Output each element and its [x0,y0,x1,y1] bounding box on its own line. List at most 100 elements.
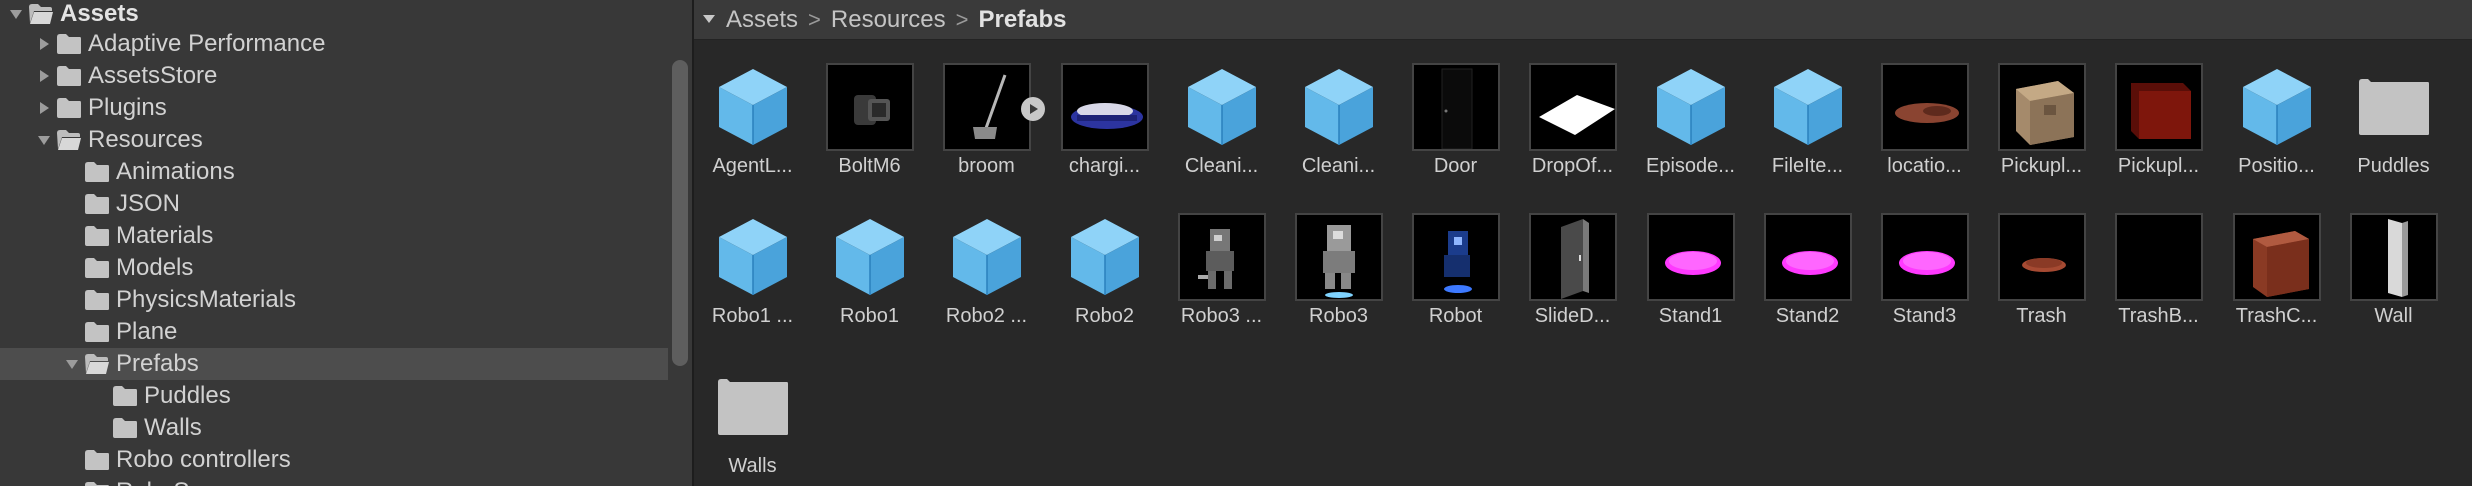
play-preview-icon[interactable] [1021,97,1045,121]
robot-gray-light-thumbnail [1295,213,1383,301]
tree-item-resources[interactable]: Resources [0,124,668,156]
asset-item[interactable]: BoltM6 [811,41,928,181]
asset-item[interactable]: chargi... [1046,41,1163,181]
charger-thumbnail [1061,63,1149,151]
asset-item[interactable]: Wall [2335,191,2452,331]
prefab-cube-icon [943,213,1031,301]
prefab-cube-icon [1764,63,1852,151]
box-red-thumbnail [2115,63,2203,151]
tree-item-materials[interactable]: Materials [0,220,668,252]
tree-item-label: PhysicsMaterials [116,286,297,313]
asset-item[interactable]: Stand1 [1632,191,1749,331]
breadcrumb-separator: > [808,7,821,32]
breadcrumb-prefabs[interactable]: Prefabs [978,6,1066,34]
tree-item-physicsmaterials[interactable]: PhysicsMaterials [0,284,668,316]
asset-item-label: Walls [728,455,777,477]
folder-icon [84,193,110,215]
tree-item-walls[interactable]: Walls [0,412,668,444]
asset-item-label: Cleani... [1184,155,1259,177]
folder-open-icon [28,3,54,25]
asset-item[interactable]: broom [928,41,1045,181]
asset-item[interactable]: Walls [694,341,811,481]
robot-gray-thumbnail [1178,213,1266,301]
asset-item[interactable]: Cleani... [1163,41,1280,181]
asset-item[interactable]: Positio... [2218,41,2335,181]
asset-item[interactable]: Stand2 [1749,191,1866,331]
asset-item[interactable]: TrashC... [2218,191,2335,331]
breadcrumb: Assets > Resources > Prefabs [726,0,1067,40]
prefab-cube-icon [709,213,797,301]
expand-arrow-right-icon[interactable] [32,60,56,92]
tree-item-robosc[interactable]: RoboSc [0,476,668,486]
expand-arrow-right-icon[interactable] [32,28,56,60]
asset-item[interactable]: Robo2 ... [928,191,1045,331]
expand-arrow-down-icon[interactable] [32,124,56,156]
breadcrumb-menu-icon[interactable] [702,12,716,26]
tree-item-assetsstore[interactable]: AssetsStore [0,60,668,92]
asset-item-label: Robo2 ... [945,305,1028,327]
expand-arrow-right-icon[interactable] [32,92,56,124]
tree-item-label: RoboSc [116,476,201,486]
box-rust-thumbnail [2233,213,2321,301]
folder-open-icon [56,129,82,151]
prefab-cube-icon [1647,63,1735,151]
asset-item[interactable]: Cleani... [1280,41,1397,181]
tree-item-robo-controllers[interactable]: Robo controllers [0,444,668,476]
asset-item[interactable]: Trash [1983,191,2100,331]
asset-item[interactable]: Robo1 ... [694,191,811,331]
tree-item-label: Plane [116,318,178,345]
asset-item-label: chargi... [1068,155,1141,177]
asset-item[interactable]: locatio... [1866,41,1983,181]
asset-grid: AgentL... BoltM6 broom chargi... Cleani... Cl… [694,41,2472,486]
tree-item-json[interactable]: JSON [0,188,668,220]
breadcrumb-resources[interactable]: Resources [831,6,946,34]
tree-item-label: Walls [144,414,202,441]
asset-item[interactable]: Puddles [2335,41,2452,181]
tree-item-models[interactable]: Models [0,252,668,284]
tree-item-plane[interactable]: Plane [0,316,668,348]
asset-item[interactable]: Robo2 [1046,191,1163,331]
asset-item-label: TrashC... [2235,305,2318,327]
asset-item[interactable]: DropOf... [1514,41,1631,181]
asset-item[interactable]: Door [1397,41,1514,181]
tree-item-label: Plugins [88,94,167,121]
folder-icon [84,321,110,343]
tree-item-plugins[interactable]: Plugins [0,92,668,124]
expand-arrow-down-icon[interactable] [4,0,28,30]
asset-item[interactable]: TrashB... [2100,191,2217,331]
prefab-cube-icon [826,213,914,301]
asset-item-label: Pickupl... [2000,155,2083,177]
asset-item[interactable]: FileIte... [1749,41,1866,181]
tree-item-animations[interactable]: Animations [0,156,668,188]
asset-item[interactable]: Robot [1397,191,1514,331]
folder-icon [84,449,110,471]
asset-item-label: locatio... [1887,155,1962,177]
asset-item[interactable]: Robo3 ... [1163,191,1280,331]
expand-arrow-down-icon[interactable] [60,348,84,380]
empty-dark-thumbnail [2115,213,2203,301]
asset-item[interactable]: AgentL... [694,41,811,181]
asset-item-label: Robo1 ... [711,305,794,327]
asset-item[interactable]: Robo3 [1280,191,1397,331]
tree-item-adaptive-performance[interactable]: Adaptive Performance [0,28,668,60]
folder-icon [84,481,110,486]
asset-item[interactable]: Pickupl... [1983,41,2100,181]
tree-scrollbar[interactable] [672,60,688,366]
asset-item[interactable]: Pickupl... [2100,41,2217,181]
asset-item-label: Robo3 [1309,305,1368,327]
tree-item-assets[interactable]: Assets [0,0,668,30]
tree-item-puddles[interactable]: Puddles [0,380,668,412]
prefab-cube-icon [1178,63,1266,151]
tree-item-label: Assets [60,0,139,27]
asset-item[interactable]: SlideD... [1514,191,1631,331]
tree-item-label: Animations [116,158,235,185]
folder-icon [56,97,82,119]
asset-item[interactable]: Stand3 [1866,191,1983,331]
tree-item-prefabs[interactable]: Prefabs [0,348,668,380]
asset-item[interactable]: Episode... [1632,41,1749,181]
breadcrumb-assets[interactable]: Assets [726,6,798,34]
asset-item[interactable]: Robo1 [811,191,928,331]
